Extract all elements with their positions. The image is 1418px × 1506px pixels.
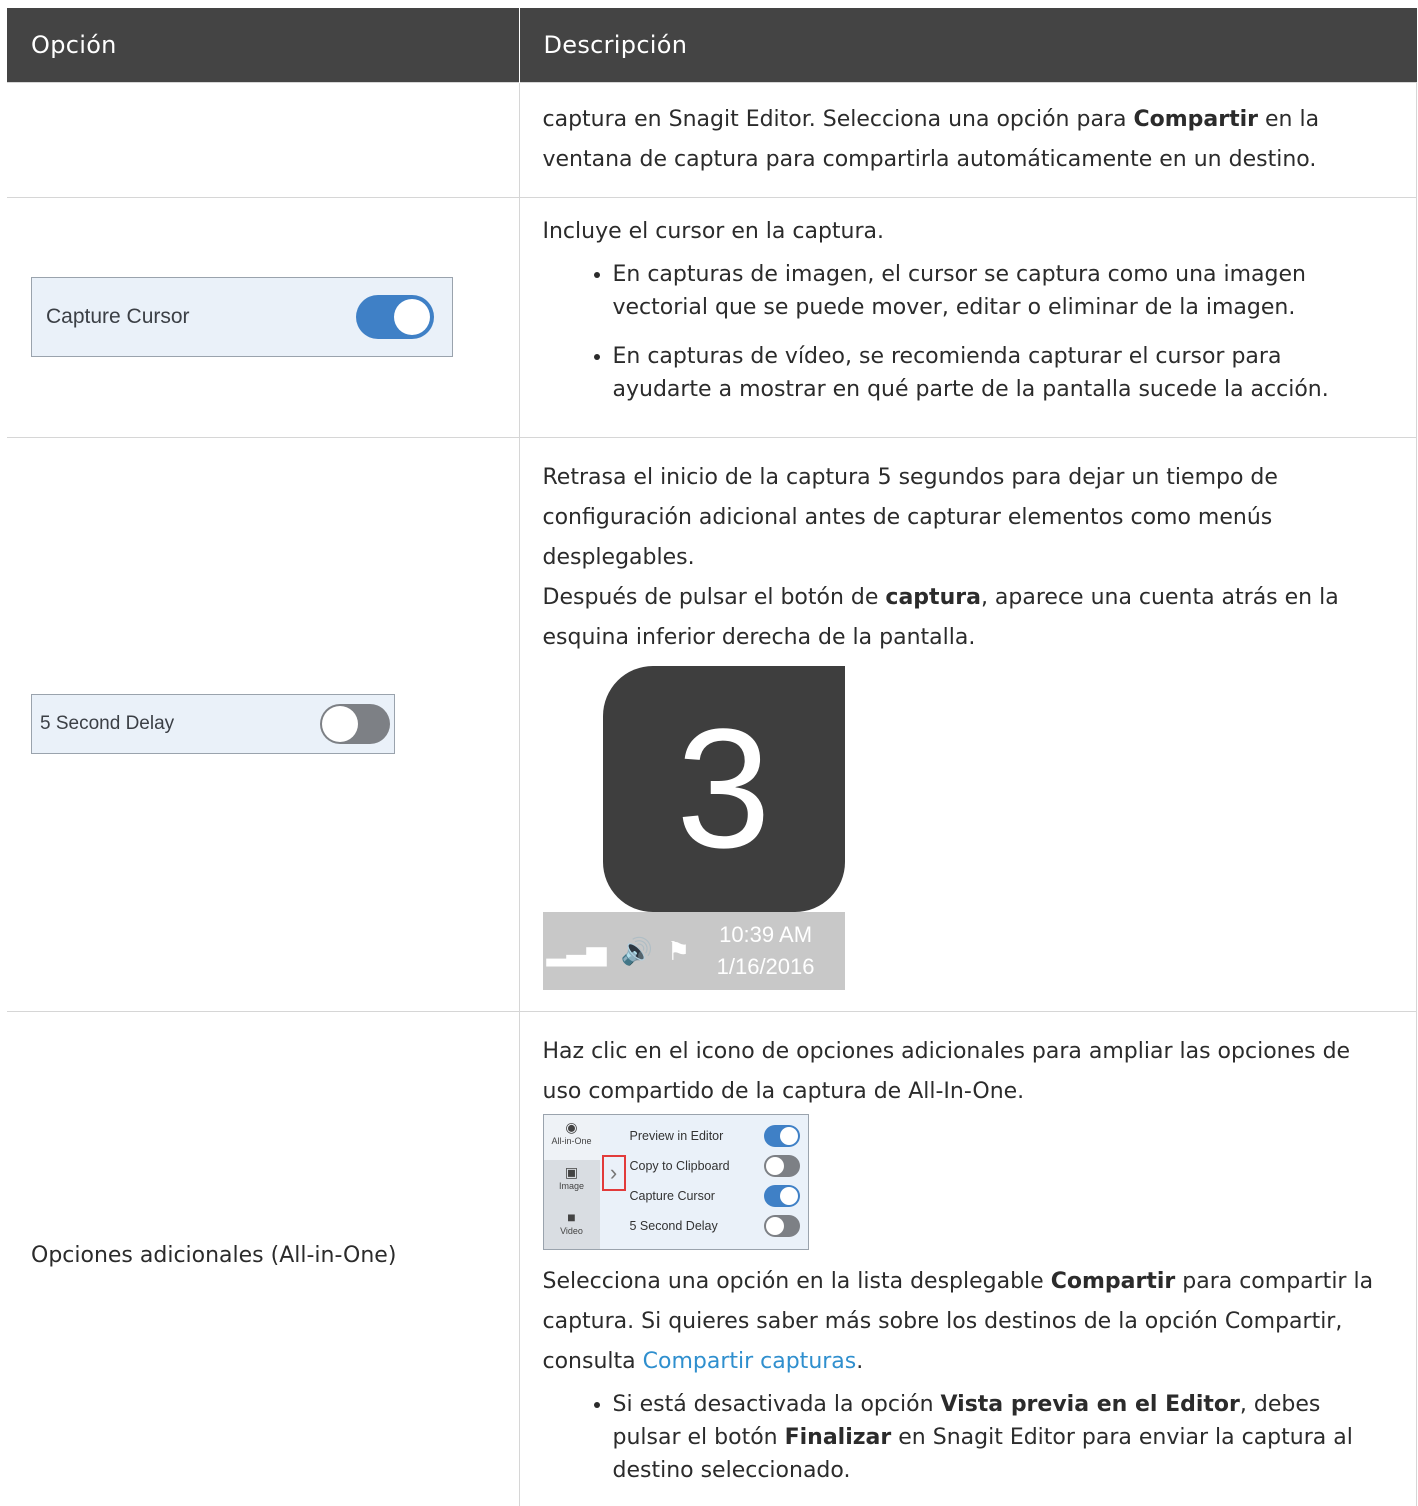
- aio-para2: Selecciona una opción en la lista desple…: [542, 1268, 1374, 1374]
- bullet-item: En capturas de imagen, el cursor se capt…: [613, 258, 1387, 324]
- delay-panel: 5 Second Delay: [31, 694, 395, 754]
- bullet-list: Si está desactivada la opción Vista prev…: [543, 1388, 1387, 1487]
- share-captures-link[interactable]: Compartir capturas: [643, 1349, 857, 1374]
- signal-icon: ▂▃▅: [546, 935, 607, 966]
- option-cell: 5 Second Delay: [7, 436, 520, 1012]
- delay-toggle[interactable]: [320, 704, 390, 744]
- table-header-row: Opción Descripción: [7, 8, 1417, 82]
- delay-label: 5 Second Delay: [40, 713, 175, 734]
- mode-all-in-one[interactable]: ◉ All-in-One: [543, 1114, 600, 1160]
- aio-options-list: Preview in Editor Copy to Clipboard Capt…: [628, 1115, 808, 1249]
- description-text: captura en Snagit Editor. Selecciona una…: [542, 106, 1320, 172]
- clock-date: 1/16/2016: [716, 953, 815, 979]
- clock-time: 10:39 AM: [719, 921, 813, 947]
- header-description: Descripción: [519, 8, 1417, 82]
- capture-cursor-label: Capture Cursor: [46, 305, 190, 328]
- aio-toggle[interactable]: [763, 1184, 800, 1207]
- table-row: captura en Snagit Editor. Selecciona una…: [7, 81, 1417, 198]
- option-cell-empty: [7, 81, 520, 198]
- option-cell: Capture Cursor: [7, 196, 520, 438]
- countdown-digit: 3: [602, 665, 845, 912]
- delay-para2: Después de pulsar el botón de captura, a…: [542, 584, 1339, 650]
- taskbar-clock: 10:39 AM 1/16/2016: [717, 919, 815, 983]
- mode-sidebar: ◉ All-in-One ▣ Image ■ Video: [543, 1114, 600, 1250]
- camera-icon: ▣: [564, 1163, 579, 1180]
- delay-para1: Retrasa el inicio de la captura 5 segund…: [542, 464, 1278, 570]
- description-cell: Retrasa el inicio de la captura 5 segund…: [519, 436, 1417, 1012]
- bullet-item: Si está desactivada la opción Vista prev…: [613, 1388, 1387, 1487]
- bullet-list: En capturas de imagen, el cursor se capt…: [543, 258, 1387, 406]
- header-option: Opción: [7, 8, 520, 82]
- table-row: Capture Cursor Incluye el cursor en la c…: [7, 196, 1417, 438]
- speaker-icon: 🔊: [620, 935, 653, 966]
- capture-cursor-panel: Capture Cursor: [31, 277, 453, 357]
- target-icon: ◉: [565, 1118, 578, 1135]
- table-row: 5 Second Delay Retrasa el inicio de la c…: [7, 436, 1417, 1012]
- option-cell: Opciones adicionales (All-in-One): [7, 1010, 520, 1506]
- aio-toggle[interactable]: [763, 1154, 800, 1177]
- options-table: Opción Descripción captura en Snagit Edi…: [7, 8, 1417, 1506]
- video-icon: ■: [567, 1208, 576, 1225]
- flag-icon: ⚑: [666, 935, 691, 966]
- aio-toggle[interactable]: [763, 1214, 800, 1237]
- all-in-one-panel: ◉ All-in-One ▣ Image ■ Video › Preview in E…: [542, 1113, 809, 1250]
- description-cell: captura en Snagit Editor. Selecciona una…: [519, 81, 1417, 198]
- taskbar: ▂▃▅ 🔊 ⚑ 10:39 AM 1/16/2016: [542, 911, 845, 990]
- description-cell: Incluye el cursor en la captura. En capt…: [519, 196, 1417, 438]
- countdown-screenshot: 3 ▂▃▅ 🔊 ⚑ 10:39 AM 1/16/2016: [542, 665, 845, 991]
- aio-option-row: 5 Second Delay: [630, 1211, 800, 1241]
- mode-image[interactable]: ▣ Image: [544, 1160, 600, 1205]
- description-intro: Incluye el cursor en la captura.: [542, 219, 885, 244]
- aio-para1: Haz clic en el icono de opciones adicion…: [542, 1038, 1351, 1104]
- capture-cursor-toggle[interactable]: [356, 295, 434, 339]
- description-cell: Haz clic en el icono de opciones adicion…: [519, 1010, 1417, 1506]
- chevron-right-icon[interactable]: ›: [601, 1154, 626, 1191]
- table-row: Opciones adicionales (All-in-One) Haz cl…: [7, 1010, 1417, 1506]
- mode-video[interactable]: ■ Video: [544, 1205, 600, 1250]
- aio-toggle[interactable]: [763, 1124, 800, 1147]
- bullet-item: En capturas de vídeo, se recomienda capt…: [613, 340, 1387, 406]
